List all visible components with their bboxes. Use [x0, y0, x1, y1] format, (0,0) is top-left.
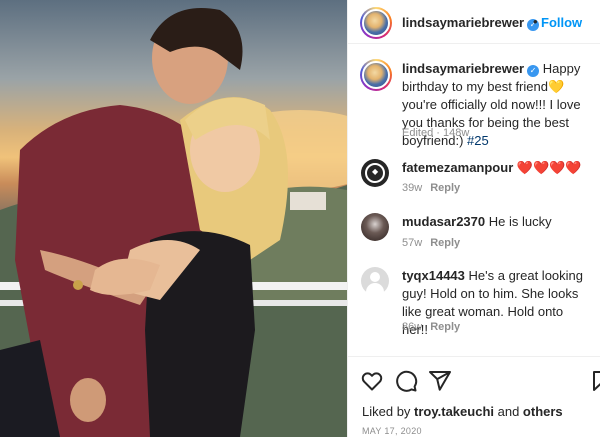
reply-button[interactable]: Reply	[430, 182, 460, 194]
comment: fatemezamanpour ❤️❤️❤️❤️	[402, 159, 590, 177]
comments-section[interactable]: lindsaymariebrewer ✓ Happy birthday to my…	[348, 45, 600, 355]
liked-by-user[interactable]: troy.takeuchi	[414, 404, 494, 419]
reply-button[interactable]: Reply	[430, 237, 460, 249]
commenter-avatar[interactable]	[361, 267, 389, 295]
post-date[interactable]: MAY 17, 2020	[362, 426, 422, 436]
likes-and: and	[494, 404, 523, 419]
post-photo[interactable]	[0, 0, 347, 437]
reply-button[interactable]: Reply	[430, 321, 460, 333]
comment-time[interactable]: 86w	[402, 321, 422, 333]
commenter-avatar[interactable]: ◆	[361, 159, 389, 187]
author-avatar[interactable]	[360, 7, 392, 39]
bookmark-icon[interactable]	[589, 369, 600, 393]
comment-icon[interactable]	[394, 369, 418, 393]
caption-body-continued: you're officially old now!!! I love you …	[402, 97, 581, 148]
caption-username[interactable]: lindsaymariebrewer	[402, 61, 524, 76]
default-user-icon-body	[366, 283, 384, 295]
comment-time[interactable]: 39w	[402, 182, 422, 194]
author-username-text[interactable]: lindsaymariebrewer	[402, 15, 524, 30]
comment-meta: 39w Reply	[402, 182, 460, 194]
logo-icon: ◆	[365, 163, 385, 183]
comment-meta: 86w Reply	[402, 321, 460, 333]
comment-body: He is lucky	[488, 214, 552, 229]
couple-photo-illustration	[0, 8, 347, 437]
caption-hashtag[interactable]: #25	[467, 133, 489, 148]
verified-badge-icon: ✓	[527, 65, 540, 77]
default-user-icon	[370, 272, 380, 282]
header-separator: •	[533, 14, 538, 29]
post-side-panel: lindsaymariebrewer ✓ • Follow lindsaymari…	[347, 0, 600, 437]
author-username[interactable]: lindsaymariebrewer ✓	[402, 15, 540, 31]
comment-username[interactable]: mudasar2370	[402, 214, 485, 229]
comment-meta: 57w Reply	[402, 237, 460, 249]
likes-prefix: Liked by	[362, 404, 415, 419]
likes-summary: Liked by troy.takeuchi and others	[362, 404, 563, 419]
caption-meta: Edited · 148w	[402, 127, 470, 139]
comment-body: ❤️❤️❤️❤️	[516, 160, 582, 175]
commenter-avatar[interactable]	[361, 213, 389, 241]
heart-icon[interactable]	[360, 369, 384, 393]
comment-username[interactable]: fatemezamanpour	[402, 160, 513, 175]
post-header: lindsaymariebrewer ✓ • Follow	[348, 0, 600, 44]
post-actions: Liked by troy.takeuchi and others MAY 17…	[348, 356, 600, 437]
likes-others[interactable]: others	[523, 404, 563, 419]
follow-button[interactable]: Follow	[541, 15, 582, 30]
comment: mudasar2370 He is lucky	[402, 213, 590, 231]
caption-author-avatar[interactable]	[360, 59, 392, 91]
yellow-heart-emoji: 💛	[547, 79, 565, 94]
share-icon[interactable]	[428, 369, 452, 393]
comment-username[interactable]: tyqx14443	[402, 268, 465, 283]
comment-time[interactable]: 57w	[402, 237, 422, 249]
